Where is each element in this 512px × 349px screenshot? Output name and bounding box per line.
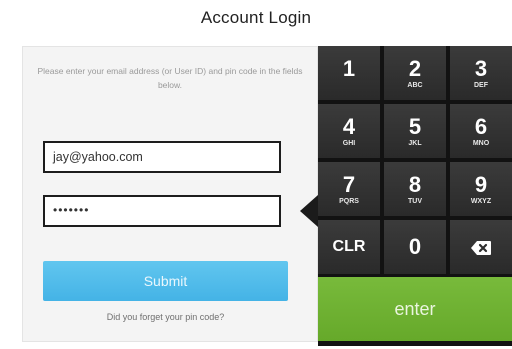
key-4[interactable]: 4 GHI xyxy=(318,104,380,158)
key-9-letters: WXYZ xyxy=(470,198,492,205)
key-7[interactable]: 7 PQRS xyxy=(318,162,380,216)
key-8[interactable]: 8 TUV xyxy=(384,162,446,216)
key-5-letters: JKL xyxy=(408,140,422,147)
clear-key-label: CLR xyxy=(332,238,366,255)
key-1[interactable]: 1 xyxy=(318,46,380,100)
key-6-letters: MNO xyxy=(472,140,490,147)
key-1-number: 1 xyxy=(342,56,356,81)
key-8-number: 8 xyxy=(408,172,422,197)
clear-key[interactable]: CLR xyxy=(318,220,380,274)
backspace-icon xyxy=(450,220,512,274)
key-9[interactable]: 9 WXYZ xyxy=(450,162,512,216)
key-7-number: 7 xyxy=(342,172,356,197)
backspace-key[interactable] xyxy=(450,220,512,274)
key-4-letters: GHI xyxy=(342,140,356,147)
key-0-number: 0 xyxy=(408,234,422,259)
key-8-letters: TUV xyxy=(408,198,422,205)
key-2-letters: ABC xyxy=(407,82,423,89)
key-0[interactable]: 0 xyxy=(384,220,446,274)
forgot-pin-link[interactable]: Did you forget your pin code? xyxy=(43,312,288,322)
key-5[interactable]: 5 JKL xyxy=(384,104,446,158)
key-5-number: 5 xyxy=(408,114,422,139)
page-title: Account Login xyxy=(200,8,312,27)
key-4-number: 4 xyxy=(342,114,356,139)
instructions-text: Please enter your email address (or User… xyxy=(37,66,303,90)
key-2-number: 2 xyxy=(408,56,422,81)
enter-button[interactable]: enter xyxy=(318,277,512,341)
keypad-pointer-arrow xyxy=(300,195,318,227)
key-9-number: 9 xyxy=(474,172,488,197)
key-3-number: 3 xyxy=(474,56,488,81)
submit-button[interactable]: Submit xyxy=(43,261,288,301)
pin-field[interactable]: ••••••• xyxy=(43,195,281,227)
key-7-letters: PQRS xyxy=(339,198,359,205)
key-3-letters: DEF xyxy=(474,82,488,89)
key-2[interactable]: 2 ABC xyxy=(384,46,446,100)
key-6-number: 6 xyxy=(474,114,488,139)
key-6[interactable]: 6 MNO xyxy=(450,104,512,158)
email-field[interactable]: jay@yahoo.com xyxy=(43,141,281,173)
key-3[interactable]: 3 DEF xyxy=(450,46,512,100)
keypad: 1 2 ABC 3 DEF 4 GHI 5 JKL 6 MNO 7 PQRS 8… xyxy=(318,46,512,346)
